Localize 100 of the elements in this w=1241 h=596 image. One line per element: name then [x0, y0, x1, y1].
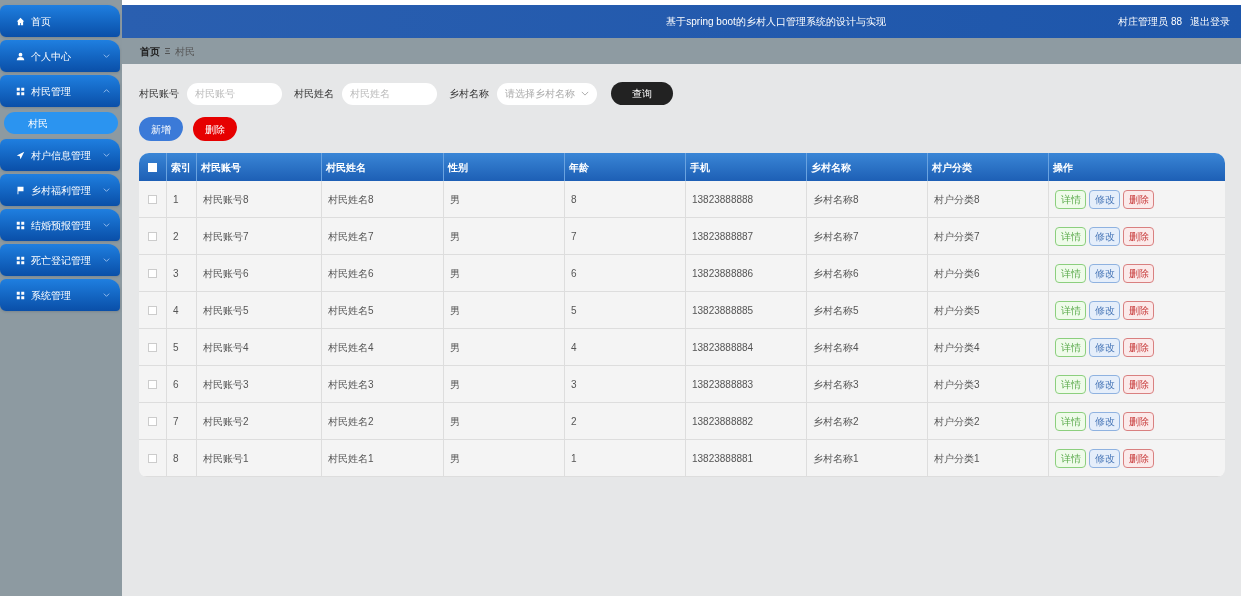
checkbox[interactable]	[148, 268, 157, 278]
edit-button[interactable]: 修改	[1089, 189, 1120, 209]
detail-button[interactable]: 详情	[1055, 337, 1086, 357]
delete-button[interactable]: 删除	[1123, 411, 1154, 431]
delete-button[interactable]: 删除	[1123, 189, 1154, 209]
checkbox[interactable]	[148, 379, 157, 389]
table-cell-text: 5	[571, 303, 577, 318]
checkbox[interactable]	[148, 342, 157, 352]
checkbox[interactable]	[148, 416, 157, 426]
table-cell-text: 村户分类5	[934, 303, 980, 318]
breadcrumb-item[interactable]: 首页	[140, 43, 160, 59]
edit-button[interactable]: 修改	[1089, 337, 1120, 357]
table-cell-text: 村民姓名8	[328, 192, 374, 207]
delete-button[interactable]: 删除	[193, 117, 237, 141]
breadcrumb-item[interactable]: 村民	[175, 43, 195, 59]
edit-button[interactable]: 修改	[1089, 263, 1120, 283]
menu-item[interactable]: 个人中心	[0, 40, 120, 72]
table-cell-text: 乡村名称7	[813, 229, 859, 244]
table-cell-text: 6	[571, 266, 577, 281]
column-header: 性别	[448, 160, 468, 175]
select-field[interactable]: 请选择乡村名称	[497, 82, 597, 105]
app-title: 基于spring boot的乡村人口管理系统的设计与实现	[666, 15, 886, 29]
table-cell-text: 村民账号3	[203, 377, 249, 392]
submenu-item[interactable]: 村民	[4, 112, 118, 134]
user-name: 村庄管理员 88	[1118, 15, 1182, 29]
table-cell-text: 村户分类1	[934, 451, 980, 466]
detail-button[interactable]: 详情	[1055, 226, 1086, 246]
table-cell-text: 乡村名称2	[813, 414, 859, 429]
grid-icon	[16, 220, 25, 230]
user-icon	[16, 51, 25, 61]
table-cell-text: 村民账号8	[203, 192, 249, 207]
table-cell-text: 村民姓名7	[328, 229, 374, 244]
edit-button[interactable]: 修改	[1089, 300, 1120, 320]
input-field[interactable]: 村民姓名	[342, 82, 437, 105]
table-cell-text: 8	[571, 192, 577, 207]
delete-button[interactable]: 删除	[1123, 226, 1154, 246]
edit-button[interactable]: 修改	[1089, 448, 1120, 468]
menu-item[interactable]: 村户信息管理	[0, 139, 120, 171]
table-cell-text: 4	[571, 340, 577, 355]
detail-button[interactable]: 详情	[1055, 300, 1086, 320]
detail-button[interactable]: 详情	[1055, 263, 1086, 283]
edit-button[interactable]: 修改	[1089, 226, 1120, 246]
table-cell-text: 村户分类8	[934, 192, 980, 207]
column-header: 年龄	[569, 160, 589, 175]
table-cell-text: 7	[571, 229, 577, 244]
menu-item[interactable]: 村民管理	[0, 75, 120, 107]
table-cell-text: 13823888881	[692, 451, 754, 466]
table-cell-text: 13823888884	[692, 340, 754, 355]
checkbox[interactable]	[148, 453, 157, 463]
detail-button[interactable]: 详情	[1055, 189, 1086, 209]
detail-button[interactable]: 详情	[1055, 448, 1086, 468]
edit-button[interactable]: 修改	[1089, 374, 1120, 394]
table-cell-text: 村民账号2	[203, 414, 249, 429]
table-cell-text: 乡村名称5	[813, 303, 859, 318]
table-cell-text: 1	[173, 192, 179, 207]
table-cell-text: 5	[173, 340, 179, 355]
table-cell-text: 2	[571, 414, 577, 429]
table-cell-text: 2	[173, 229, 179, 244]
checkbox[interactable]	[148, 305, 157, 315]
menu-item[interactable]: 乡村福利管理	[0, 174, 120, 206]
search-button[interactable]: 查询	[611, 82, 673, 105]
add-button[interactable]: 新增	[139, 117, 183, 141]
logout-link[interactable]: 退出登录	[1190, 14, 1230, 29]
table-cell-text: 村民账号5	[203, 303, 249, 318]
delete-button[interactable]: 删除	[1123, 263, 1154, 283]
table-cell-text: 6	[173, 377, 179, 392]
breadcrumb-separator-icon	[165, 48, 170, 54]
column-header: 村民姓名	[326, 160, 366, 175]
edit-button[interactable]: 修改	[1089, 411, 1120, 431]
table-cell-text: 男	[450, 340, 460, 355]
delete-button[interactable]: 删除	[1123, 300, 1154, 320]
checkbox[interactable]	[148, 194, 157, 204]
grid-icon	[16, 255, 25, 265]
table-cell-text: 村民姓名5	[328, 303, 374, 318]
menu-item[interactable]: 系统管理	[0, 279, 120, 311]
table-cell-text: 男	[450, 451, 460, 466]
table-cell-text: 乡村名称4	[813, 340, 859, 355]
table-cell-text: 乡村名称6	[813, 266, 859, 281]
menu-item[interactable]: 结婚预报管理	[0, 209, 120, 241]
delete-button[interactable]: 删除	[1123, 337, 1154, 357]
table-cell-text: 村户分类7	[934, 229, 980, 244]
detail-button[interactable]: 详情	[1055, 411, 1086, 431]
table-cell-text: 7	[173, 414, 179, 429]
table-cell-text: 13823888886	[692, 266, 754, 281]
grid-icon	[16, 290, 25, 300]
column-header: 村民账号	[201, 160, 241, 175]
table-cell-text: 村民姓名1	[328, 451, 374, 466]
delete-button[interactable]: 删除	[1123, 448, 1154, 468]
table-cell-text: 村民姓名4	[328, 340, 374, 355]
checkbox[interactable]	[148, 162, 157, 172]
menu-item[interactable]: 死亡登记管理	[0, 244, 120, 276]
checkbox[interactable]	[148, 231, 157, 241]
field-label: 村民姓名	[294, 87, 334, 101]
table-cell-text: 村户分类4	[934, 340, 980, 355]
detail-button[interactable]: 详情	[1055, 374, 1086, 394]
input-field[interactable]: 村民账号	[187, 82, 282, 105]
menu-item[interactable]: 首页	[0, 5, 120, 37]
delete-button[interactable]: 删除	[1123, 374, 1154, 394]
select-placeholder: 请选择乡村名称	[505, 87, 576, 101]
table-cell-text: 乡村名称3	[813, 377, 859, 392]
